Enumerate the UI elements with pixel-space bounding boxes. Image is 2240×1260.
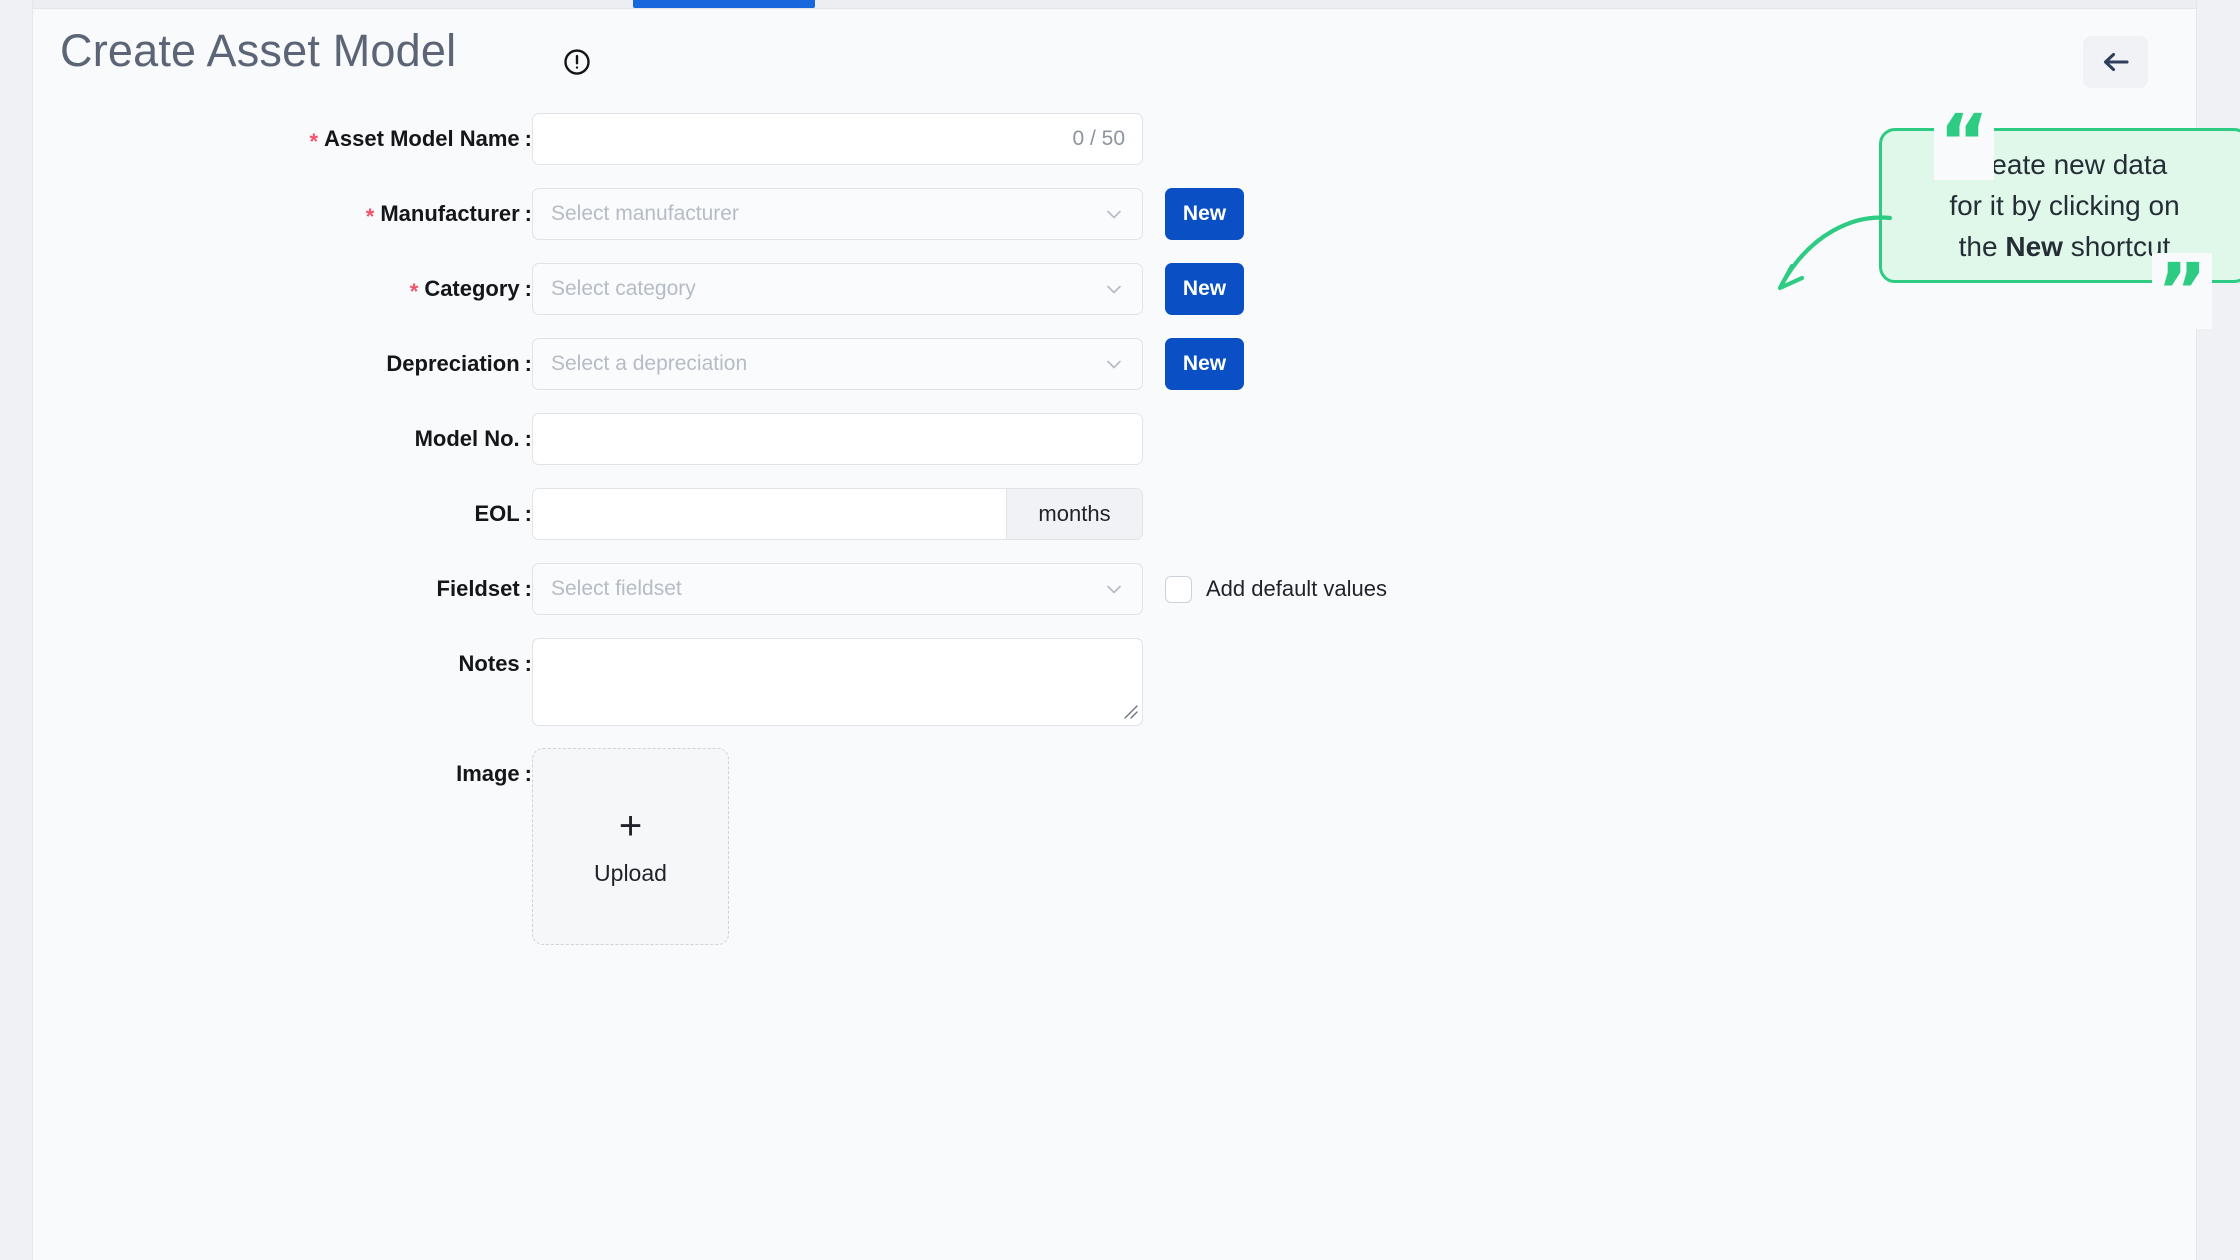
quote-open-icon: “ xyxy=(1934,104,1994,180)
page-title: Create Asset Model xyxy=(60,25,456,77)
label-category: * Category : xyxy=(410,263,532,315)
form-row-model-no: Model No. : xyxy=(33,413,2196,488)
control-fieldset: Select fieldset xyxy=(532,563,1143,615)
required-asterisk: * xyxy=(309,131,318,153)
fieldset-placeholder: Select fieldset xyxy=(551,577,682,601)
upload-label: Upload xyxy=(594,860,667,887)
label-manufacturer: * Manufacturer : xyxy=(366,188,532,240)
asset-model-form: * Asset Model Name : 0 / 50 * Manufactur… xyxy=(33,113,2196,948)
form-row-manufacturer: * Manufacturer : Select manufacturer N xyxy=(33,188,2196,263)
chevron-down-icon xyxy=(1104,204,1124,224)
quote-close-icon: ” xyxy=(2152,253,2212,329)
callout-line-3-bold: New xyxy=(2005,231,2063,262)
active-tab-indicator[interactable] xyxy=(633,0,815,8)
callout-tooltip: Create new data for it by clicking on th… xyxy=(1879,128,2240,283)
notes-textarea[interactable] xyxy=(532,638,1143,726)
label-depreciation: Depreciation : xyxy=(386,338,532,390)
label-model-no: Model No. : xyxy=(415,413,532,465)
label-notes: Notes : xyxy=(459,638,532,690)
model-no-input[interactable] xyxy=(532,413,1143,465)
form-row-category: * Category : Select category New xyxy=(33,263,2196,338)
form-row-depreciation: Depreciation : Select a depreciation New xyxy=(33,338,2196,413)
form-row-fieldset: Fieldset : Select fieldset xyxy=(33,563,2196,638)
control-depreciation: Select a depreciation xyxy=(532,338,1143,390)
eol-unit-addon: months xyxy=(1006,489,1142,539)
callout-line-2: for it by clicking on xyxy=(1949,190,2179,221)
manufacturer-select[interactable]: Select manufacturer xyxy=(532,188,1143,240)
checkbox-box xyxy=(1165,576,1192,603)
form-row-image: Image : + Upload xyxy=(33,748,2196,948)
app-viewport: Create Asset Model xyxy=(0,0,2240,1260)
control-manufacturer: Select manufacturer xyxy=(532,188,1143,240)
arrow-left-icon xyxy=(2101,50,2131,74)
fieldset-select[interactable]: Select fieldset xyxy=(532,563,1143,615)
eol-input-group: months xyxy=(532,488,1143,540)
control-model-no xyxy=(532,413,1143,465)
label-image: Image : xyxy=(456,748,532,800)
left-gutter xyxy=(0,0,32,1260)
new-category-button[interactable]: New xyxy=(1165,263,1244,315)
asset-model-name-input[interactable] xyxy=(532,113,1143,165)
required-asterisk: * xyxy=(410,281,419,303)
plus-icon: + xyxy=(619,806,642,846)
chevron-down-icon xyxy=(1104,354,1124,374)
control-category: Select category xyxy=(532,263,1143,315)
category-select[interactable]: Select category xyxy=(532,263,1143,315)
required-asterisk: * xyxy=(366,206,375,228)
add-default-values-checkbox[interactable]: Add default values xyxy=(1165,563,1387,615)
image-upload-dropzone[interactable]: + Upload xyxy=(532,748,729,945)
label-asset-model-name: * Asset Model Name : xyxy=(309,113,532,165)
form-row-asset-model-name: * Asset Model Name : 0 / 50 xyxy=(33,113,2196,188)
chevron-down-icon xyxy=(1104,279,1124,299)
control-asset-model-name: 0 / 50 xyxy=(532,113,1143,165)
page-surface: Create Asset Model xyxy=(33,9,2196,1260)
new-manufacturer-button[interactable]: New xyxy=(1165,188,1244,240)
top-strip xyxy=(33,0,2196,9)
add-default-values-label: Add default values xyxy=(1206,576,1387,602)
form-row-eol: EOL : months xyxy=(33,488,2196,563)
label-eol: EOL : xyxy=(474,488,532,540)
new-depreciation-button[interactable]: New xyxy=(1165,338,1244,390)
label-fieldset: Fieldset : xyxy=(437,563,532,615)
exclamation-circle-icon[interactable] xyxy=(562,47,592,77)
eol-input[interactable] xyxy=(533,489,1006,539)
callout-line-3-pre: the xyxy=(1959,231,2006,262)
page-header: Create Asset Model xyxy=(33,9,2196,113)
manufacturer-placeholder: Select manufacturer xyxy=(551,202,739,226)
form-row-notes: Notes : xyxy=(33,638,2196,748)
back-button[interactable] xyxy=(2083,36,2148,88)
chevron-down-icon xyxy=(1104,579,1124,599)
depreciation-placeholder: Select a depreciation xyxy=(551,352,747,376)
category-placeholder: Select category xyxy=(551,277,696,301)
depreciation-select[interactable]: Select a depreciation xyxy=(532,338,1143,390)
